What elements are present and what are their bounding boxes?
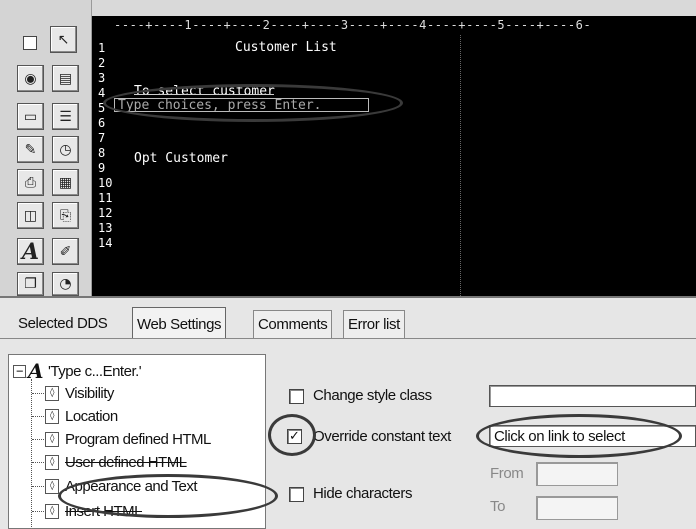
note-icon[interactable]: ✐ — [52, 238, 79, 265]
style-class-input[interactable] — [489, 385, 696, 407]
tree-connector — [32, 439, 44, 440]
property-icon: ◊ — [45, 431, 59, 447]
hide-characters-label: Hide characters — [313, 485, 413, 502]
line-number: 5 — [98, 101, 106, 115]
tree-item-insert-html[interactable]: ◊ Insert HTML — [45, 501, 143, 521]
line-number: 14 — [98, 236, 113, 250]
screen-line-4[interactable]: Type choices, press Enter. — [118, 98, 322, 113]
tree-connector — [32, 416, 44, 417]
override-constant-text-label: Override constant text — [313, 428, 451, 445]
screen-line-7[interactable]: Opt Customer — [134, 151, 228, 166]
from-input[interactable] — [536, 462, 618, 486]
tab-selected-dds[interactable]: Selected DDS — [14, 310, 111, 338]
override-text-input[interactable]: Click on link to select — [489, 425, 696, 447]
line-number: 6 — [98, 116, 106, 130]
pointer-icon[interactable]: ↖ — [50, 26, 77, 53]
tree-item-program-defined-html[interactable]: ◊ Program defined HTML — [45, 429, 211, 449]
screen-line-3[interactable]: To select customer — [134, 84, 275, 99]
tree-item-visibility[interactable]: ◊ Visibility — [45, 383, 114, 403]
tree-connector — [32, 462, 44, 463]
text-a-icon: A — [28, 359, 44, 383]
tab-error-list[interactable]: Error list — [343, 310, 405, 338]
property-icon: ◊ — [45, 408, 59, 424]
line-number: 9 — [98, 161, 106, 175]
line-number: 4 — [98, 86, 106, 100]
line-number-column: 1 2 3 4 5 6 7 8 9 10 11 12 13 14 — [92, 16, 114, 296]
override-constant-text-checkbox[interactable]: ✓ — [287, 429, 302, 444]
ruler-text: ----+----1----+----2----+----3----+----4… — [114, 18, 592, 32]
change-style-class-checkbox[interactable] — [289, 389, 304, 404]
tab-divider — [0, 338, 696, 339]
line-number: 11 — [98, 191, 113, 205]
tree-item-label: Location — [65, 407, 118, 425]
hide-characters-checkbox[interactable] — [289, 487, 304, 502]
tree-root[interactable]: − A 'Type c...Enter.' — [13, 359, 142, 383]
tree-connector — [31, 379, 32, 528]
globe-icon[interactable]: ◉ — [17, 65, 44, 92]
tree-item-appearance-and-text[interactable]: ◊ Appearance and Text — [45, 476, 198, 496]
change-style-class-label: Change style class — [313, 387, 432, 404]
tab-web-settings[interactable]: Web Settings — [132, 307, 227, 339]
property-icon: ◊ — [45, 503, 59, 519]
printer-icon[interactable]: ⎙ — [17, 169, 44, 196]
column-guide — [460, 16, 461, 296]
line-number: 8 — [98, 146, 106, 160]
line-number: 12 — [98, 206, 113, 220]
form-icon[interactable]: ▦ — [52, 169, 79, 196]
tab-bar: Selected DDS Web Settings Comments Error… — [0, 296, 696, 346]
collapse-icon[interactable]: − — [13, 364, 26, 378]
tree-connector — [32, 511, 44, 512]
strike-line — [134, 94, 274, 95]
tree-item-user-defined-html[interactable]: ◊ User defined HTML — [45, 452, 187, 472]
to-label: To — [490, 498, 506, 515]
window-icon[interactable]: ◫ — [17, 202, 44, 229]
page-icon[interactable]: ▤ — [52, 65, 79, 92]
line-number: 13 — [98, 221, 113, 235]
dds-screen-designer[interactable]: 1 2 3 4 5 6 7 8 9 10 11 12 13 14 Custome… — [92, 16, 696, 296]
property-icon: ◊ — [45, 454, 59, 470]
tree-connector — [32, 486, 44, 487]
toolbar-strip — [92, 0, 696, 16]
line-number: 10 — [98, 176, 113, 190]
line-number: 7 — [98, 131, 106, 145]
tree-item-label: Program defined HTML — [65, 430, 211, 448]
line-number: 1 — [98, 41, 106, 55]
page-copy-icon[interactable]: ❐ — [17, 272, 44, 296]
column-ruler: ----+----1----+----2----+----3----+----4… — [92, 16, 696, 34]
to-input[interactable] — [536, 496, 618, 520]
page-add-icon[interactable]: ⎘ — [52, 202, 79, 229]
tree-item-label: Insert HTML — [65, 502, 143, 520]
property-icon: ◊ — [45, 385, 59, 401]
line-number: 3 — [98, 71, 106, 85]
tree-root-label: 'Type c...Enter.' — [48, 362, 142, 380]
tab-comments[interactable]: Comments — [253, 310, 333, 338]
tree-connector — [32, 393, 44, 394]
checkbox-tool-icon[interactable] — [23, 36, 37, 50]
from-label: From — [490, 465, 524, 482]
tree-item-location[interactable]: ◊ Location — [45, 406, 118, 426]
tool-palette: ↖ ◉ ▤ ▭ ☰ ✎ ◷ ⎙ ▦ ◫ ⎘ A ✐ ❐ ◔ — [0, 0, 92, 296]
clock-icon[interactable]: ◷ — [52, 136, 79, 163]
clock-small-icon[interactable]: ◔ — [52, 272, 79, 296]
screen-title[interactable]: Customer List — [235, 40, 337, 55]
line-number: 2 — [98, 56, 106, 70]
tree-item-label: Visibility — [65, 384, 114, 402]
settings-tree: − A 'Type c...Enter.' ◊ Visibility ◊ Loc… — [8, 354, 266, 529]
tree-item-label: User defined HTML — [65, 453, 187, 471]
list-icon[interactable]: ☰ — [52, 103, 79, 130]
rectangle-icon[interactable]: ▭ — [17, 103, 44, 130]
property-icon: ◊ — [45, 478, 59, 494]
tree-item-label: Appearance and Text — [65, 477, 198, 495]
edit-icon[interactable]: ✎ — [17, 136, 44, 163]
text-a-icon[interactable]: A — [17, 238, 44, 265]
